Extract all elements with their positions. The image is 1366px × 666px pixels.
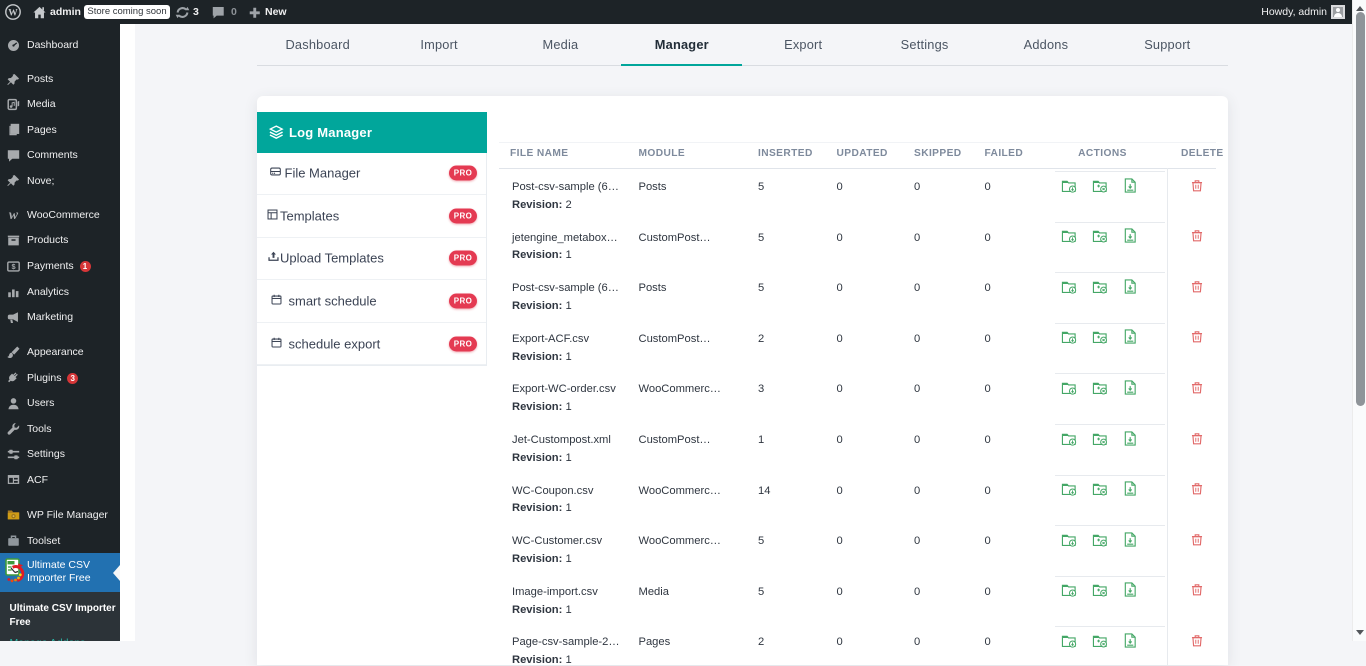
svg-text:W: W — [8, 8, 18, 18]
svg-text:$: $ — [11, 262, 15, 271]
svg-text:w: w — [9, 208, 19, 221]
